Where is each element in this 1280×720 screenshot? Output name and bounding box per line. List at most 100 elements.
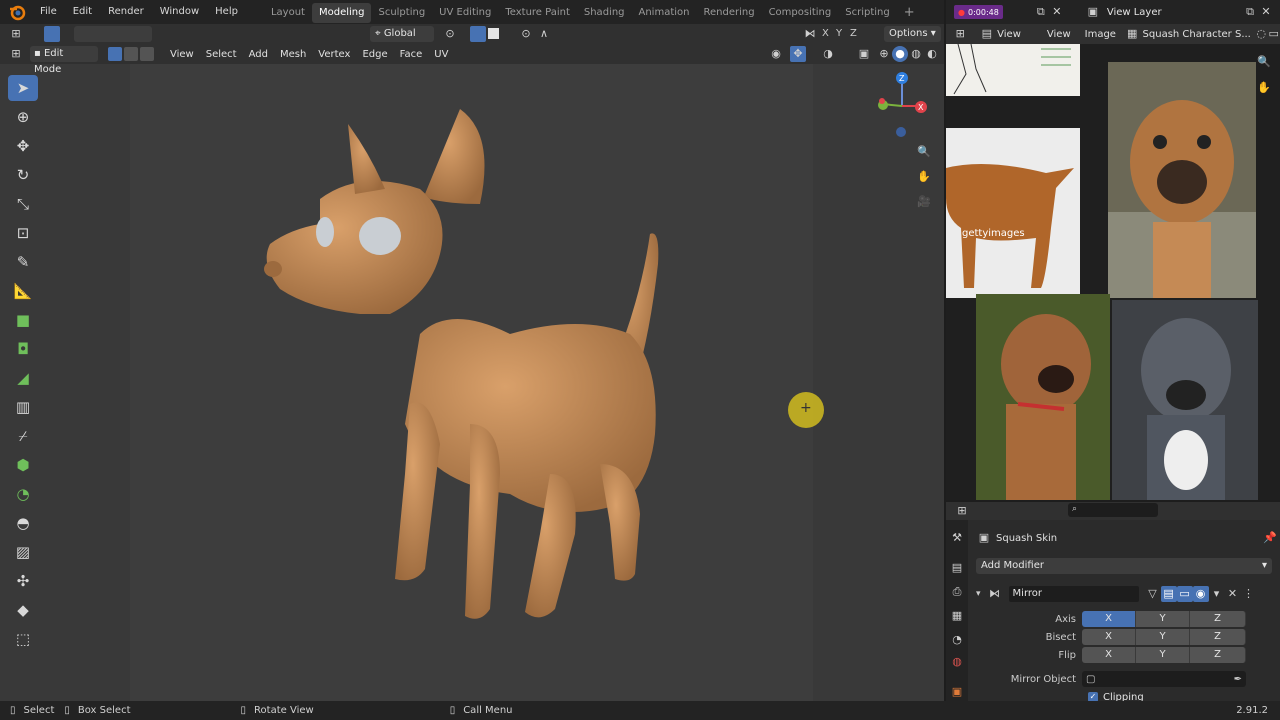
- viewport-menu-edge[interactable]: Edge: [356, 49, 393, 60]
- menu-file[interactable]: File: [32, 0, 65, 24]
- poly-build-tool[interactable]: ⬢: [8, 452, 38, 478]
- extrude-tool[interactable]: ■: [8, 307, 38, 333]
- mirror-axis-z[interactable]: Z: [850, 28, 857, 39]
- measure-tool[interactable]: 📐: [8, 278, 38, 304]
- transform-orientation-dropdown[interactable]: ⌖ Global: [370, 26, 434, 42]
- tab-compositing[interactable]: Compositing: [762, 3, 839, 23]
- shading-rendered-icon[interactable]: ◐: [924, 46, 940, 62]
- tab-scripting[interactable]: Scripting: [838, 3, 896, 23]
- snap-target-icon[interactable]: [488, 28, 499, 39]
- image-menu-view-1[interactable]: View: [997, 29, 1021, 40]
- view-layer-tab-icon[interactable]: ▦: [949, 608, 965, 624]
- image-close-icon[interactable]: ▭: [1267, 26, 1280, 42]
- copy-layer-icon[interactable]: ⧉: [1242, 4, 1258, 20]
- shrink-fatten-tool[interactable]: ✣: [8, 568, 38, 594]
- select-edge-mode-button[interactable]: [124, 47, 138, 61]
- selection-mode-buttons[interactable]: [74, 26, 152, 42]
- viewport-menu-add[interactable]: Add: [243, 49, 274, 60]
- tab-animation[interactable]: Animation: [632, 3, 697, 23]
- cursor-tool[interactable]: ⊕: [8, 104, 38, 130]
- remove-modifier-icon[interactable]: ✕: [1225, 586, 1241, 602]
- viewport-menu-uv[interactable]: UV: [428, 49, 454, 60]
- bisect-z-toggle[interactable]: Z: [1190, 629, 1246, 645]
- loop-cut-tool[interactable]: ▥: [8, 394, 38, 420]
- expand-chevron-icon[interactable]: ▾: [976, 589, 981, 599]
- tab-texture-paint[interactable]: Texture Paint: [498, 3, 577, 23]
- options-dropdown[interactable]: Options ▾: [884, 26, 941, 42]
- tab-sculpting[interactable]: Sculpting: [371, 3, 432, 23]
- image-zoom-icon[interactable]: 🔍: [1256, 54, 1272, 70]
- mirror-axis-icon[interactable]: ⧑: [802, 26, 818, 42]
- tab-modeling[interactable]: Modeling: [311, 2, 372, 23]
- select-box-tool[interactable]: ➤: [8, 75, 38, 101]
- tab-rendering[interactable]: Rendering: [696, 3, 761, 23]
- inset-tool[interactable]: ◘: [8, 336, 38, 362]
- axis-z-toggle[interactable]: Z: [1190, 611, 1246, 627]
- visibility-icon[interactable]: ◉: [768, 46, 784, 62]
- close-layer-icon[interactable]: ✕: [1258, 4, 1274, 20]
- transform-tool[interactable]: ⊡: [8, 220, 38, 246]
- flip-z-toggle[interactable]: Z: [1190, 647, 1246, 663]
- select-mode-tools[interactable]: [44, 26, 60, 42]
- world-tab-icon[interactable]: ◍: [949, 654, 965, 670]
- knife-tool[interactable]: ⌿: [8, 423, 38, 449]
- gizmo-toggle-icon[interactable]: ✥: [790, 46, 806, 62]
- viewport-menu-vertex[interactable]: Vertex: [312, 49, 356, 60]
- editor-type-icon[interactable]: ⊞: [8, 46, 24, 62]
- camera-view-icon[interactable]: 🎥: [916, 194, 932, 210]
- rip-tool[interactable]: ⬚: [8, 626, 38, 652]
- mode-dropdown[interactable]: ▪ Edit Mode: [30, 46, 98, 75]
- add-workspace-button[interactable]: +: [897, 3, 922, 23]
- rotate-tool[interactable]: ↻: [8, 162, 38, 188]
- menu-render[interactable]: Render: [100, 0, 152, 24]
- flip-x-toggle[interactable]: X: [1082, 647, 1136, 663]
- modifier-options-icon[interactable]: ▾: [1209, 586, 1225, 602]
- viewport-menu-face[interactable]: Face: [394, 49, 429, 60]
- move-tool[interactable]: ✥: [8, 133, 38, 159]
- editor-type-icon[interactable]: ⊞: [8, 26, 24, 42]
- navigation-gizmo[interactable]: Z X: [870, 68, 930, 138]
- object-tab-icon[interactable]: ▣: [949, 684, 965, 700]
- mirror-axis-x[interactable]: X: [822, 28, 829, 39]
- edit-cage-icon[interactable]: ▽: [1145, 586, 1161, 602]
- axis-y-toggle[interactable]: Y: [1136, 611, 1190, 627]
- select-vertex-mode-button[interactable]: [108, 47, 122, 61]
- shading-solid-icon[interactable]: ●: [892, 46, 908, 62]
- pivot-icon[interactable]: ⊙: [442, 26, 458, 42]
- viewport-render-area[interactable]: [130, 64, 813, 701]
- axis-x-toggle[interactable]: X: [1082, 611, 1136, 627]
- edit-mode-display-icon[interactable]: ▤: [1160, 586, 1177, 602]
- viewport-menu-select[interactable]: Select: [200, 49, 243, 60]
- falloff-icon[interactable]: ∧: [536, 26, 552, 42]
- modifier-name-field[interactable]: Mirror: [1008, 586, 1139, 602]
- view-mode-icon[interactable]: ▤: [981, 26, 994, 42]
- scene-tab-icon[interactable]: ◔: [949, 632, 965, 648]
- dog-model[interactable]: [130, 64, 813, 701]
- render-tab-icon[interactable]: ▤: [949, 560, 965, 576]
- mirror-modifier-header[interactable]: ▾ ⧑ Mirror ▽ ▤ ▭ ◉ ▾ ✕ ⋮: [976, 585, 1276, 603]
- spin-tool[interactable]: ◔: [8, 481, 38, 507]
- properties-search-input[interactable]: [1068, 503, 1158, 517]
- image-editor-type-icon[interactable]: ⊞: [954, 26, 967, 42]
- render-display-icon[interactable]: ◉: [1192, 586, 1209, 602]
- output-tab-icon[interactable]: ⎙: [949, 584, 965, 600]
- proportional-edit-icon[interactable]: ⊙: [518, 26, 534, 42]
- menu-window[interactable]: Window: [152, 0, 207, 24]
- tab-uv-editing[interactable]: UV Editing: [432, 3, 498, 23]
- tab-layout[interactable]: Layout: [264, 3, 312, 23]
- snap-toggle[interactable]: [470, 26, 486, 42]
- select-face-mode-button[interactable]: [140, 47, 154, 61]
- xray-icon[interactable]: ▣: [856, 46, 872, 62]
- overlays-icon[interactable]: ◑: [820, 46, 836, 62]
- add-modifier-dropdown[interactable]: Add Modifier ▾: [976, 558, 1272, 574]
- fake-user-shield-icon[interactable]: ◌: [1255, 26, 1268, 42]
- mirror-object-field[interactable]: ▢ ✒: [1082, 671, 1246, 687]
- shading-wireframe-icon[interactable]: ⊕: [876, 46, 892, 62]
- scale-tool[interactable]: ⤡: [8, 191, 38, 217]
- edge-slide-tool[interactable]: ▨: [8, 539, 38, 565]
- viewport-display-icon[interactable]: ▭: [1176, 586, 1193, 602]
- image-pan-icon[interactable]: ✋: [1256, 80, 1272, 96]
- tool-tab-icon[interactable]: ⚒: [949, 530, 965, 546]
- pan-hand-icon[interactable]: ✋: [916, 169, 932, 185]
- image-name-field[interactable]: Squash Character S...: [1143, 29, 1251, 40]
